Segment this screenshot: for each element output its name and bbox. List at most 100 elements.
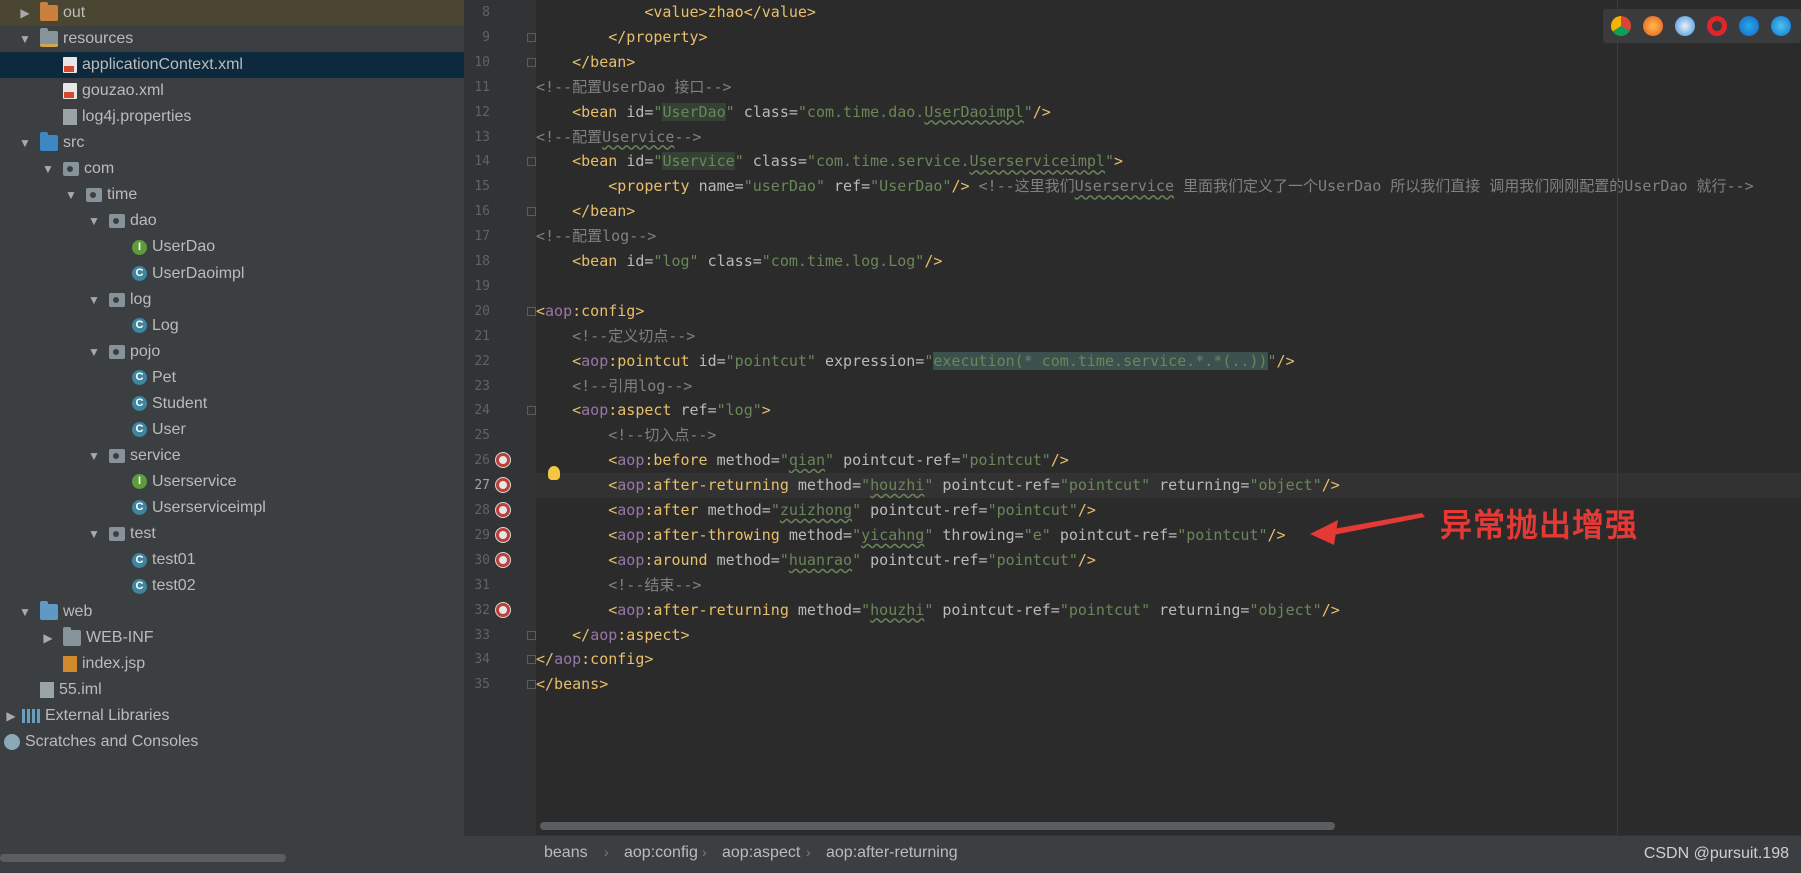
tree-item[interactable]: C UserDaoimpl (0, 261, 464, 287)
expand-right-icon[interactable]: ▶ (18, 6, 32, 20)
tree-item[interactable]: gouzao.xml (0, 78, 464, 104)
breadcrumb-item[interactable]: aop:after-returning (826, 844, 958, 862)
tree-item[interactable]: ▶ External Libraries (0, 703, 464, 729)
fold-marker-icon[interactable] (527, 630, 536, 640)
aop-advice-gutter-icon[interactable] (495, 502, 511, 518)
code-token: " (1023, 102, 1033, 121)
tree-item[interactable]: I Userservice (0, 469, 464, 495)
code-token: UserDaoimpl (924, 102, 1024, 121)
fold-marker-icon[interactable] (527, 207, 536, 217)
jsp-file-icon (63, 656, 77, 673)
code-token: "pointcut" (987, 501, 1078, 519)
tree-item[interactable]: C Log (0, 313, 464, 339)
expand-right-icon[interactable]: ▶ (4, 709, 18, 723)
tree-item[interactable]: ▼ dao (0, 208, 464, 234)
fold-marker-icon[interactable] (527, 680, 536, 690)
aop-advice-gutter-icon[interactable] (495, 601, 511, 618)
expand-down-icon[interactable]: ▼ (87, 527, 101, 541)
line-number: 15 (474, 179, 490, 195)
code-token: method= (716, 550, 780, 569)
ie-icon[interactable] (1739, 16, 1759, 36)
breadcrumb-separator-icon: › (604, 844, 609, 860)
tree-item[interactable]: ▼ test (0, 521, 464, 547)
tree-item[interactable]: index.jsp (0, 651, 464, 677)
expand-down-icon[interactable]: ▼ (87, 449, 101, 463)
opera-icon[interactable] (1707, 16, 1727, 36)
firefox-icon[interactable] (1643, 16, 1663, 36)
code-token: pointcut-ref= (870, 550, 988, 569)
tree-item[interactable]: Ctest01 (0, 547, 464, 573)
tree-item[interactable]: applicationContext.xml (0, 52, 464, 79)
expand-down-icon[interactable]: ▼ (87, 214, 101, 228)
tree-item[interactable]: Scratches and Consoles (0, 729, 464, 755)
fold-marker-icon[interactable] (527, 655, 536, 665)
code-token: /> (1321, 600, 1340, 619)
aop-advice-gutter-icon[interactable] (495, 526, 511, 543)
tree-item[interactable]: ▶ WEB-INF (0, 625, 464, 651)
code-editor[interactable]: <value>zhao</value> </property> </bean> <… (536, 0, 1801, 835)
tree-item[interactable]: C Student (0, 391, 464, 417)
tree-item[interactable]: ▼ src (0, 130, 464, 156)
tree-item-label: log4j.properties (82, 108, 192, 126)
tree-item[interactable]: log4j.properties (0, 104, 464, 130)
fold-marker-icon[interactable] (527, 157, 536, 167)
tree-horizontal-scrollbar[interactable] (0, 854, 286, 862)
tree-item[interactable]: ▼ pojo (0, 339, 464, 365)
expand-down-icon[interactable]: ▼ (18, 136, 32, 150)
tree-item[interactable]: C Pet (0, 365, 464, 391)
edge-icon[interactable] (1771, 16, 1791, 36)
tree-item[interactable]: ▼ time (0, 182, 464, 208)
code-line: <!--定义切点--> (536, 324, 1801, 349)
expand-right-icon[interactable]: ▶ (41, 631, 55, 645)
tree-item[interactable]: ▼ log (0, 287, 464, 313)
code-token: < (608, 525, 618, 544)
code-line: <!--配置UserDao 接口--> (536, 75, 1801, 100)
editor-horizontal-scrollbar[interactable] (540, 822, 1335, 830)
code-token: /> (1050, 451, 1069, 470)
tree-item[interactable]: ▼ web (0, 599, 464, 625)
chrome-icon[interactable] (1611, 16, 1631, 36)
tree-item[interactable]: ▼ com (0, 156, 464, 182)
tree-item[interactable]: ▶ out (0, 0, 464, 26)
class-icon: C (132, 266, 147, 281)
tree-item[interactable]: ▼ resources (0, 26, 464, 52)
expand-down-icon[interactable]: ▼ (41, 162, 55, 176)
expand-down-icon[interactable]: ▼ (64, 188, 78, 202)
tree-item[interactable]: C Userserviceimpl (0, 495, 464, 521)
expand-down-icon[interactable]: ▼ (87, 293, 101, 307)
tree-item[interactable]: I UserDao (0, 234, 464, 260)
fold-marker-icon[interactable] (527, 306, 536, 316)
code-token: returning= (1159, 476, 1250, 495)
fold-marker-icon[interactable] (527, 32, 536, 42)
breadcrumb-item[interactable]: aop:config (624, 844, 698, 862)
code-token: UserDao (662, 102, 726, 121)
breadcrumb-item[interactable]: aop:aspect (722, 844, 800, 862)
line-number: 9 (482, 29, 490, 45)
tree-item-label: UserDao (152, 238, 216, 256)
tree-item[interactable]: ▼ service (0, 443, 464, 469)
breadcrumb-item[interactable]: beans (544, 844, 588, 862)
safari-icon[interactable] (1675, 16, 1695, 36)
expand-down-icon[interactable]: ▼ (18, 605, 32, 619)
intention-bulb-icon[interactable] (548, 466, 560, 480)
tree-item-label: Student (152, 394, 208, 412)
fold-marker-icon[interactable] (527, 406, 536, 416)
code-token: Userserviceimpl (969, 152, 1105, 171)
code-token: :config> (572, 301, 645, 320)
project-tree[interactable]: ▶ out ▼ resources applicationContext.xml gouz… (0, 0, 464, 873)
fold-marker-icon[interactable] (527, 57, 536, 67)
expand-down-icon[interactable]: ▼ (87, 345, 101, 359)
tree-item[interactable]: Ctest02 (0, 573, 464, 599)
code-token: /> (1077, 501, 1096, 519)
folder-out-icon (40, 2, 58, 21)
expand-down-icon[interactable]: ▼ (18, 32, 32, 46)
code-token: class= (743, 102, 798, 121)
aop-advice-gutter-icon[interactable] (495, 477, 511, 494)
tree-item[interactable]: C User (0, 417, 464, 443)
aop-advice-gutter-icon[interactable] (495, 551, 511, 568)
tree-item[interactable]: 55.iml (0, 677, 464, 703)
